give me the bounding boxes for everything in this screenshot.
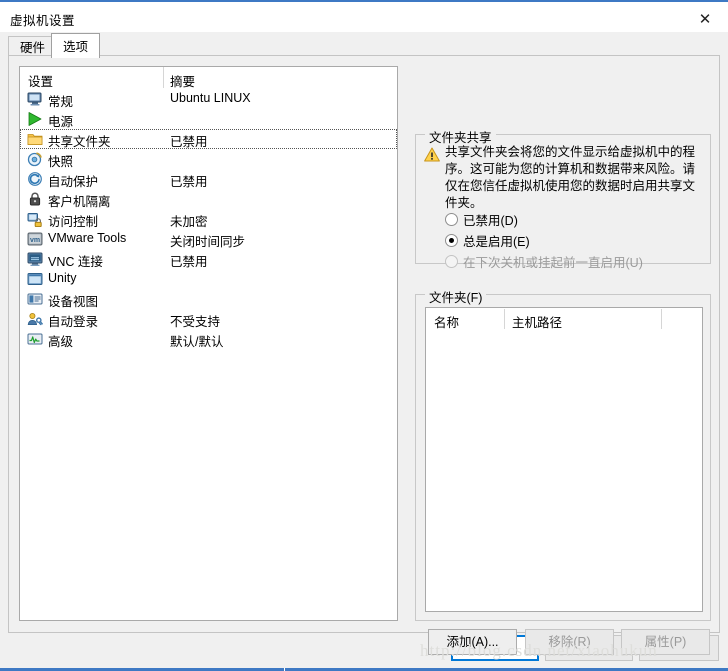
settings-row-summary: 已禁用 [170,135,208,149]
settings-row-4[interactable]: 自动保护 已禁用 [20,169,397,189]
settings-row-11[interactable]: 自动登录 不受支持 [20,309,397,329]
folders-title: 文件夹(F) [425,287,487,306]
radio-disabled[interactable]: 已禁用(D) [445,210,518,228]
remove-folder-button: 移除(R) [525,629,614,655]
settings-row-label: 设备视图 [48,295,99,309]
folders-column-name: 名称 [434,316,460,330]
settings-row-summary: Ubuntu LINUX [170,91,251,105]
folders-table-header: 名称 主机路径 [426,308,702,330]
settings-row-7[interactable]: vm VMware Tools 关闭时间同步 [20,229,397,249]
settings-row-1[interactable]: 电源 [20,109,397,129]
advanced-icon [27,331,43,347]
add-folder-button[interactable]: 添加(A)... [428,629,517,655]
radio-indicator [445,212,458,226]
column-divider [661,309,662,329]
radio-until-shutdown-label: 在下次关机或挂起前一直启用(U) [463,255,643,270]
window-title: 虚拟机设置 [10,14,76,28]
title-bar: 虚拟机设置 ✕ [0,0,728,32]
settings-row-6[interactable]: 访问控制 未加密 [20,209,397,229]
radio-always-enabled[interactable]: 总是启用(E) [445,231,530,249]
svg-text:vm: vm [30,237,40,244]
autologin-icon [27,311,43,327]
settings-row-label: Unity [48,271,77,285]
autoprotect-icon [27,171,43,187]
tab-options[interactable]: 选项 [51,33,101,58]
folders-group: 文件夹(F) 名称 主机路径 [415,287,711,621]
folders-column-host-path: 主机路径 [512,316,563,330]
settings-row-label: 访问控制 [48,215,99,229]
settings-row-label: VMware Tools [48,231,127,245]
device-view-icon [27,291,43,307]
folder-sharing-warning-text: 共享文件夹会将您的文件显示给虚拟机中的程序。这可能为您的计算机和数据带来风险。请… [445,145,696,210]
vnc-icon [27,251,43,267]
column-divider [504,309,505,329]
settings-row-label: 自动保护 [48,175,99,189]
settings-row-label: 电源 [48,115,74,129]
vmware-tools-icon: vm [27,231,43,247]
access-lock-icon [27,211,43,228]
options-tab-page: 设置 摘要 常规 Ubuntu LINUX 电源 共享文件夹 已禁用 快照 自动保护 已禁用客… [8,55,720,655]
settings-row-label: 常规 [48,95,74,109]
settings-row-2[interactable]: 共享文件夹 已禁用 [20,129,397,149]
settings-row-3[interactable]: 快照 [20,149,397,169]
summary-column-header: 摘要 [170,75,196,89]
column-divider [163,67,164,88]
power-play-icon [27,111,43,127]
settings-row-8[interactable]: VNC 连接 已禁用 [20,249,397,269]
settings-row-label: 客户机隔离 [48,195,111,209]
settings-row-label: 高级 [48,335,74,349]
radio-indicator [445,233,458,247]
settings-row-0[interactable]: 常规 Ubuntu LINUX [20,89,397,109]
radio-until-shutdown: 在下次关机或挂起前一直启用(U) [445,252,643,270]
settings-row-label: VNC 连接 [48,255,103,269]
settings-list-header: 设置 摘要 [20,67,397,89]
settings-column-header: 设置 [28,75,54,89]
settings-list[interactable]: 设置 摘要 常规 Ubuntu LINUX 电源 共享文件夹 已禁用 快照 自动保护 已禁用客… [19,66,398,621]
settings-row-summary: 已禁用 [170,175,208,189]
settings-row-summary: 关闭时间同步 [170,235,246,249]
radio-always-enabled-label: 总是启用(E) [463,234,530,249]
folders-table-body [426,330,702,611]
close-icon[interactable]: ✕ [682,4,728,34]
tab-strip: 硬件 选项 [0,32,728,58]
settings-row-label: 共享文件夹 [48,135,111,149]
radio-indicator [445,254,458,268]
snapshot-icon [27,151,43,167]
settings-row-label: 自动登录 [48,315,99,329]
monitor-icon [27,91,43,107]
folder-icon [27,131,43,147]
settings-row-summary: 已禁用 [170,255,208,269]
lock-icon [27,191,43,207]
radio-disabled-label: 已禁用(D) [463,213,518,228]
folders-table[interactable]: 名称 主机路径 [425,307,703,612]
warning-triangle-icon [424,147,440,162]
settings-row-summary: 未加密 [170,215,208,229]
folder-properties-button: 属性(P) [621,629,710,655]
folder-sharing-group: 文件夹共享 共享文件夹会将您的文件显示给虚拟机中的程序。这可能为您的计算机和数据… [415,127,711,270]
settings-row-12[interactable]: 高级 默认/默认 [20,329,397,349]
unity-icon [27,271,43,287]
settings-row-summary: 默认/默认 [170,335,224,349]
settings-row-summary: 不受支持 [170,315,221,329]
settings-rows: 常规 Ubuntu LINUX 电源 共享文件夹 已禁用 快照 自动保护 已禁用 客户机隔离 访问… [20,89,397,349]
settings-row-10[interactable]: 设备视图 [20,289,397,309]
settings-row-5[interactable]: 客户机隔离 [20,189,397,209]
settings-row-label: 快照 [48,155,74,169]
settings-row-9[interactable]: Unity [20,269,397,289]
